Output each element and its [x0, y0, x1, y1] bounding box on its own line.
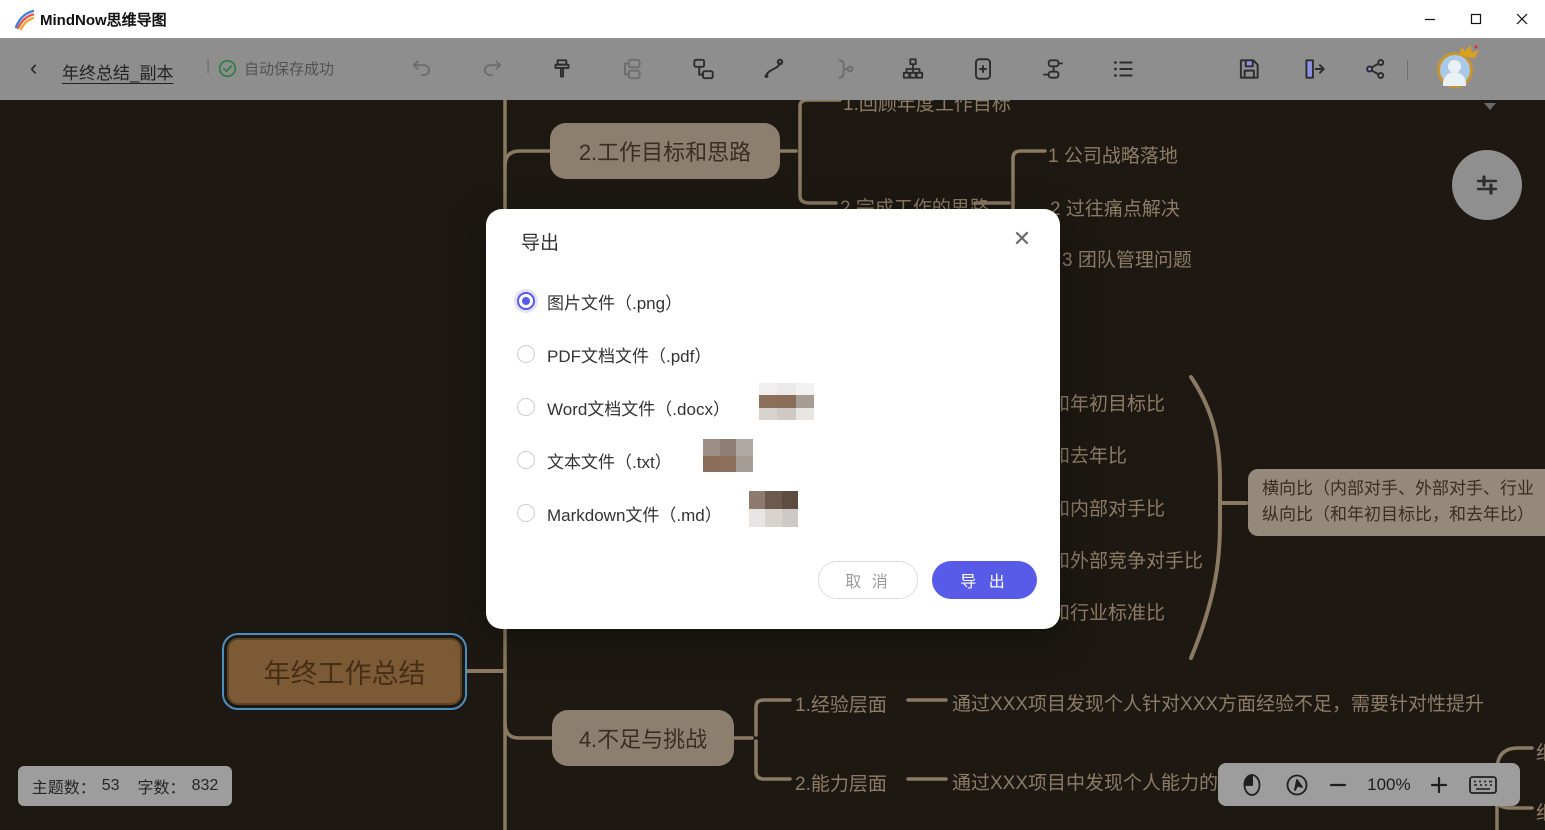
topic-text[interactable]: 3 团队管理问题 — [1062, 245, 1192, 272]
blurred-vip-badge — [749, 491, 798, 527]
autosave-status: 自动保存成功 — [218, 58, 334, 79]
topic-text[interactable]: 和去年比 — [1051, 441, 1127, 468]
structure-icon[interactable] — [900, 56, 926, 82]
radio[interactable] — [517, 451, 535, 469]
option-pdf[interactable]: PDF文档文件（.pdf） — [517, 342, 711, 366]
summary-node[interactable]: 横向比（内部对手、外部对手、行业 纵向比（和年初目标比，和去年比） — [1248, 469, 1545, 536]
root-node-label: 年终工作总结 — [227, 638, 462, 705]
os-titlebar: MindNow思维导图 — [0, 0, 1545, 38]
add-child-node-icon[interactable] — [690, 56, 716, 82]
status-counter: 主题数： 53 字数： 832 — [18, 766, 232, 806]
radio[interactable] — [517, 345, 535, 363]
topic-text[interactable]: 和年初目标比 — [1051, 389, 1165, 416]
autosave-label: 自动保存成功 — [244, 58, 334, 79]
option-label: 文本文件（.txt） — [547, 448, 672, 473]
export-confirm-button[interactable]: 导 出 — [932, 561, 1037, 599]
summary-line: 横向比（内部对手、外部对手、行业 — [1262, 476, 1545, 502]
dialog-close-icon[interactable]: ✕ — [1010, 227, 1034, 251]
redo-icon[interactable] — [479, 56, 505, 82]
zoom-controls: 100% — [1218, 763, 1520, 806]
toolbar-separator: | — [206, 57, 210, 75]
option-md[interactable]: Markdown文件（.md） — [517, 501, 722, 525]
topic-text[interactable]: 和行业标准比 — [1051, 598, 1165, 625]
node-style-icon[interactable] — [1040, 56, 1066, 82]
branch-node[interactable]: 2.工作目标和思路 — [550, 123, 780, 179]
export-icon[interactable] — [1301, 56, 1327, 82]
topic-text[interactable]: 2.能力层面 — [795, 769, 887, 796]
topic-text[interactable]: 和外部竞争对手比 — [1051, 546, 1203, 573]
topic-text-clipped[interactable]: 细 — [1536, 798, 1545, 825]
option-png[interactable]: 图片文件（.png） — [517, 289, 682, 313]
toolbar-divider — [1407, 60, 1408, 80]
topic-text-clipped[interactable]: 细 — [1536, 738, 1545, 765]
zoom-in-icon[interactable] — [1430, 776, 1448, 794]
check-circle-icon — [218, 59, 237, 78]
topic-text[interactable]: 和内部对手比 — [1051, 494, 1165, 521]
root-node-selected[interactable]: 年终工作总结 — [222, 633, 467, 710]
topic-text[interactable]: 通过XXX项目发现个人针对XXX方面经验不足，需要针对性提升 — [952, 689, 1484, 716]
option-txt[interactable]: 文本文件（.txt） — [517, 448, 672, 472]
radio-selected[interactable] — [517, 292, 535, 310]
locate-center-icon[interactable] — [1284, 772, 1310, 798]
crown-icon — [1458, 44, 1480, 60]
topic-text[interactable]: 1 公司战略落地 — [1048, 141, 1178, 168]
blurred-vip-badge — [759, 383, 814, 420]
outline-icon[interactable] — [1110, 56, 1136, 82]
share-icon[interactable] — [1362, 56, 1388, 82]
insert-node-icon[interactable] — [970, 56, 996, 82]
words-label: 字数： — [138, 774, 186, 798]
shortcuts-keyboard-icon[interactable] — [1468, 772, 1498, 798]
branch-node[interactable]: 4.不足与挑战 — [552, 710, 734, 766]
option-label: PDF文档文件（.pdf） — [547, 342, 711, 367]
topic-text[interactable]: 2 过往痛点解决 — [1050, 194, 1180, 221]
app-logo-icon — [13, 8, 35, 30]
close-window-button[interactable] — [1499, 0, 1545, 38]
topics-value: 53 — [102, 777, 120, 795]
export-dialog: 导出 ✕ 图片文件（.png） PDF文档文件（.pdf） Word文档文件（.… — [486, 209, 1060, 629]
summary-icon[interactable] — [830, 56, 856, 82]
option-label: Word文档文件（.docx） — [547, 395, 730, 420]
topic-text[interactable]: 1.经验层面 — [795, 690, 887, 717]
add-sibling-node-icon[interactable] — [619, 56, 645, 82]
chevron-down-icon[interactable] — [1484, 103, 1496, 110]
summary-line: 纵向比（和年初目标比，和去年比） — [1262, 502, 1545, 528]
back-button[interactable]: ‹ — [30, 55, 54, 83]
format-brush-icon[interactable] — [549, 56, 575, 82]
radio[interactable] — [517, 398, 535, 416]
save-icon[interactable] — [1236, 56, 1262, 82]
option-docx[interactable]: Word文档文件（.docx） — [517, 395, 730, 419]
cancel-button[interactable]: 取 消 — [818, 561, 918, 599]
topic-text[interactable]: 1.回顾年度工作目标 — [843, 100, 1011, 116]
blurred-vip-badge — [703, 439, 753, 472]
maximize-button[interactable] — [1453, 0, 1499, 38]
option-label: 图片文件（.png） — [547, 289, 682, 314]
document-title[interactable]: 年终总结_副本 — [62, 59, 173, 84]
option-label: Markdown文件（.md） — [547, 501, 722, 526]
mouse-mode-icon[interactable] — [1240, 772, 1264, 798]
app-title: MindNow思维导图 — [40, 9, 167, 30]
undo-icon[interactable] — [409, 56, 435, 82]
style-panel-button[interactable] — [1452, 150, 1522, 220]
relation-line-icon[interactable] — [760, 56, 786, 82]
toolbar: ‹ 年终总结_副本 | 自动保存成功 — [0, 38, 1545, 100]
zoom-level[interactable]: 100% — [1367, 775, 1410, 795]
minimize-button[interactable] — [1407, 0, 1453, 38]
tune-icon — [1471, 169, 1503, 201]
topic-text[interactable]: 通过XXX项目中发现个人能力的 — [952, 768, 1218, 795]
radio[interactable] — [517, 504, 535, 522]
words-value: 832 — [192, 777, 219, 795]
dialog-title: 导出 — [521, 228, 559, 255]
topics-label: 主题数： — [32, 774, 96, 798]
zoom-out-icon[interactable] — [1329, 776, 1347, 794]
